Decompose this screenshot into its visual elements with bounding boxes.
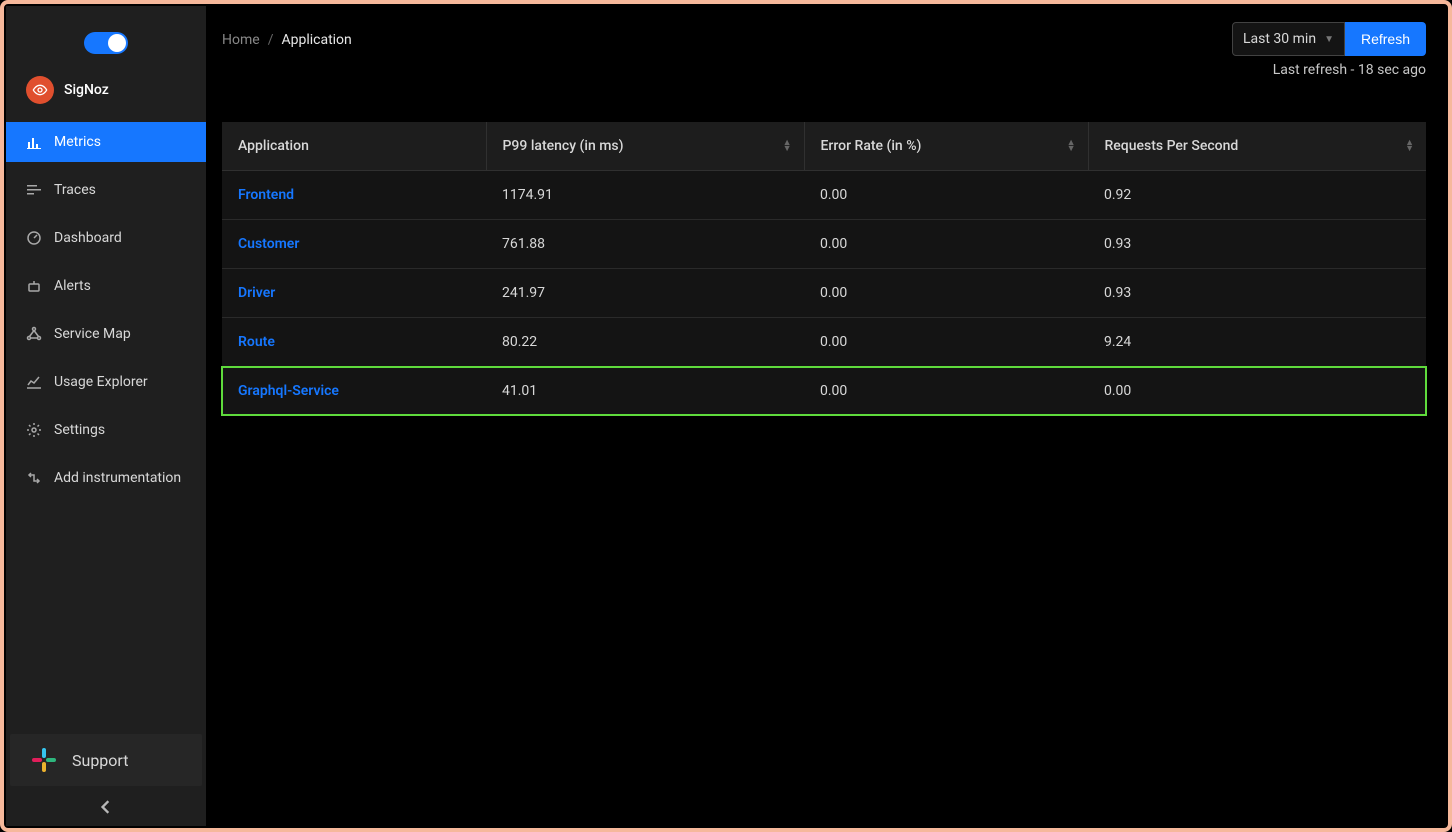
col-header-error-rate[interactable]: Error Rate (in %)▲▼ — [804, 122, 1088, 171]
slack-icon — [30, 746, 58, 774]
sort-icon: ▲▼ — [783, 140, 792, 152]
sort-icon: ▲▼ — [1405, 140, 1414, 152]
col-header-p99[interactable]: P99 latency (in ms)▲▼ — [486, 122, 804, 171]
sort-icon: ▲▼ — [1067, 140, 1076, 152]
col-header-rps[interactable]: Requests Per Second▲▼ — [1088, 122, 1426, 171]
dark-mode-toggle[interactable] — [84, 32, 128, 54]
